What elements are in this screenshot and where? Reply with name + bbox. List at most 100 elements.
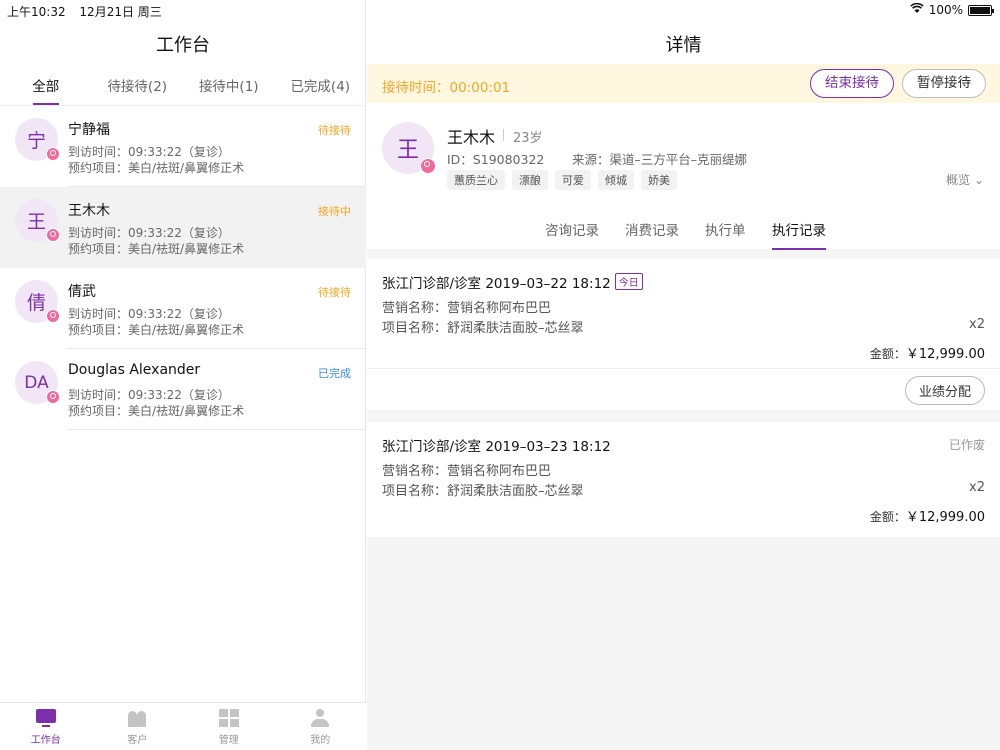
nav-label: 客户 [127,735,148,746]
customer-list: 宁 宁静福 待接待 到访时间：09:33:22（复诊） 预约项目：美白/祛斑/鼻… [0,106,366,430]
nav-label: 工作台 [30,735,61,746]
divider [503,129,504,141]
list-item[interactable]: 倩 倩武 待接待 到访时间：09:33:22（复诊） 预约项目：美白/祛斑/鼻翼… [0,268,366,349]
avatar: 王 [382,122,436,174]
tab-consult-records[interactable]: 咨询记录 [545,219,599,239]
performance-allocation-button[interactable]: 业绩分配 [904,376,985,405]
avatar: 王 [15,199,60,242]
tab-in-service[interactable]: 接待中(1) [183,75,275,105]
customer-name: 王木木 [68,203,110,219]
status-time: 上午10:32 [7,5,66,19]
customer-id: ID：S19080322 [447,152,545,167]
status-right: 100% [909,2,994,17]
list-item[interactable]: 王 王木木 接待中 到访时间：09:33:22（复诊） 预约项目：美白/祛斑/鼻… [0,187,366,268]
overview-label: 概览 [946,173,971,187]
detail-title: 详情 [665,35,702,56]
project-name: 项目名称：舒润柔肤洁面胶–芯丝翠 [382,484,584,499]
appointment-project: 预约项目：美白/祛斑/鼻翼修正术 [68,161,245,175]
search-badge-icon [46,228,60,242]
tab-completed[interactable]: 已完成(4) [275,75,367,105]
record-location-time: 张江门诊部/诊室 2019–03–22 18:12 [382,276,611,292]
nav-customers[interactable]: 客户 [92,703,184,750]
record-header: 张江门诊部/诊室 2019–03–23 18:12 [382,439,611,455]
avatar: 宁 [15,118,60,161]
filter-tabs: 全部 待接待(2) 接待中(1) 已完成(4) [0,75,366,105]
nav-mine[interactable]: 我的 [275,703,367,750]
nav-workbench[interactable]: 工作台 [0,703,92,750]
wifi-icon [909,2,924,17]
left-panel: 工作台 全部 待接待(2) 接待中(1) 已完成(4) 宁 宁静福 待接待 到访… [0,0,366,750]
nav-label: 管理 [218,735,239,746]
amount-label: 金额： [869,347,906,361]
avatar-text: 王 [396,138,419,163]
amount-value: ￥12,999.00 [905,510,985,525]
tag: 娇美 [641,170,677,190]
list-item[interactable]: DA Douglas Alexander 已完成 到访时间：09:33:22（复… [0,349,366,430]
today-badge: 今日 [614,273,643,290]
marketing-name: 营销名称：营销名称阿布巴巴 [382,464,552,479]
nav-management[interactable]: 管理 [183,703,275,750]
status-date: 12月21日 周三 [79,5,162,19]
divider [367,368,1000,369]
status-badge: 已完成 [318,367,351,380]
appointment-project: 预约项目：美白/祛斑/鼻翼修正术 [68,404,245,418]
customer-name: Douglas Alexander [68,362,201,378]
status-badge: 已作废 [948,438,985,452]
avatar-text: 王 [26,211,46,233]
reception-timer-bar: 接待时间：00:00:01 结束接待 暂停接待 [367,64,1000,103]
status-badge: 待接待 [318,124,351,137]
overview-toggle[interactable]: 概览 ⌄ [946,171,984,188]
visit-time: 到访时间：09:33:22（复诊） [68,145,230,159]
tab-waiting[interactable]: 待接待(2) [92,75,184,105]
search-badge-icon [46,147,60,161]
monitor-icon [35,709,56,727]
marketing-name: 营销名称：营销名称阿布巴巴 [382,301,552,316]
page-title: 工作台 [156,35,210,56]
customer-name: 倩武 [68,284,96,300]
list-item[interactable]: 宁 宁静福 待接待 到访时间：09:33:22（复诊） 预约项目：美白/祛斑/鼻… [0,106,366,187]
end-reception-button[interactable]: 结束接待 [810,69,894,98]
tag: 蕙质兰心 [447,170,505,190]
battery-percent: 100% [928,3,963,17]
detail-panel: 详情 接待时间：00:00:01 结束接待 暂停接待 王 王木木 23岁 ID：… [367,0,1000,750]
amount-label: 金额： [869,510,906,524]
customer-name: 王木木 [447,128,496,147]
avatar: DA [15,361,60,404]
tab-consume-records[interactable]: 消费记录 [625,219,679,239]
record-header: 张江门诊部/诊室 2019–03–22 18:12 今日 [382,272,643,292]
avatar: 倩 [15,280,60,323]
nav-label: 我的 [310,735,331,746]
visit-time: 到访时间：09:33:22（复诊） [68,226,230,240]
customer-name: 宁静福 [68,122,110,138]
amount: 金额：￥12,999.00 [870,506,985,525]
reception-timer: 接待时间：00:00:01 [382,80,511,96]
pause-reception-button[interactable]: 暂停接待 [902,69,986,98]
tab-execution-orders[interactable]: 执行单 [705,219,746,239]
amount-value: ￥12,999.00 [905,347,985,362]
customer-source: 来源：渠道–三方平台–克丽缇娜 [572,152,748,167]
bottom-nav: 工作台 客户 管理 我的 [0,702,366,750]
search-badge-icon [46,390,60,404]
tab-all[interactable]: 全部 [0,75,92,105]
tab-execution-records[interactable]: 执行记录 [772,219,826,250]
execution-record-card: 张江门诊部/诊室 2019–03–22 18:12 今日 营销名称：营销名称阿布巴… [367,259,1000,410]
status-badge: 接待中 [318,205,351,218]
divider [68,429,366,430]
chevron-down-icon: ⌄ [973,173,984,187]
battery-icon [968,4,994,16]
avatar-text: DA [24,372,49,393]
status-badge: 待接待 [318,286,351,299]
search-badge-icon [420,158,436,174]
customer-profile: 王 王木木 23岁 ID：S19080322 来源：渠道–三方平台–克丽缇娜 蕙… [367,103,1000,250]
quantity: x2 [969,480,985,495]
user-icon [310,709,330,727]
customer-tags: 蕙质兰心 漂酿 可爱 倾城 娇美 [447,170,677,190]
tag: 可爱 [555,170,591,190]
grid-icon [218,709,239,727]
execution-record-card: 张江门诊部/诊室 2019–03–23 18:12 已作废 营销名称：营销名称阿… [367,422,1000,537]
status-left: 上午10:32 12月21日 周三 [7,3,172,20]
project-name: 项目名称：舒润柔肤洁面胶–芯丝翠 [382,321,584,336]
status-bar: 上午10:32 12月21日 周三 100% [0,0,1000,20]
appointment-project: 预约项目：美白/祛斑/鼻翼修正术 [68,242,245,256]
tag: 倾城 [598,170,634,190]
